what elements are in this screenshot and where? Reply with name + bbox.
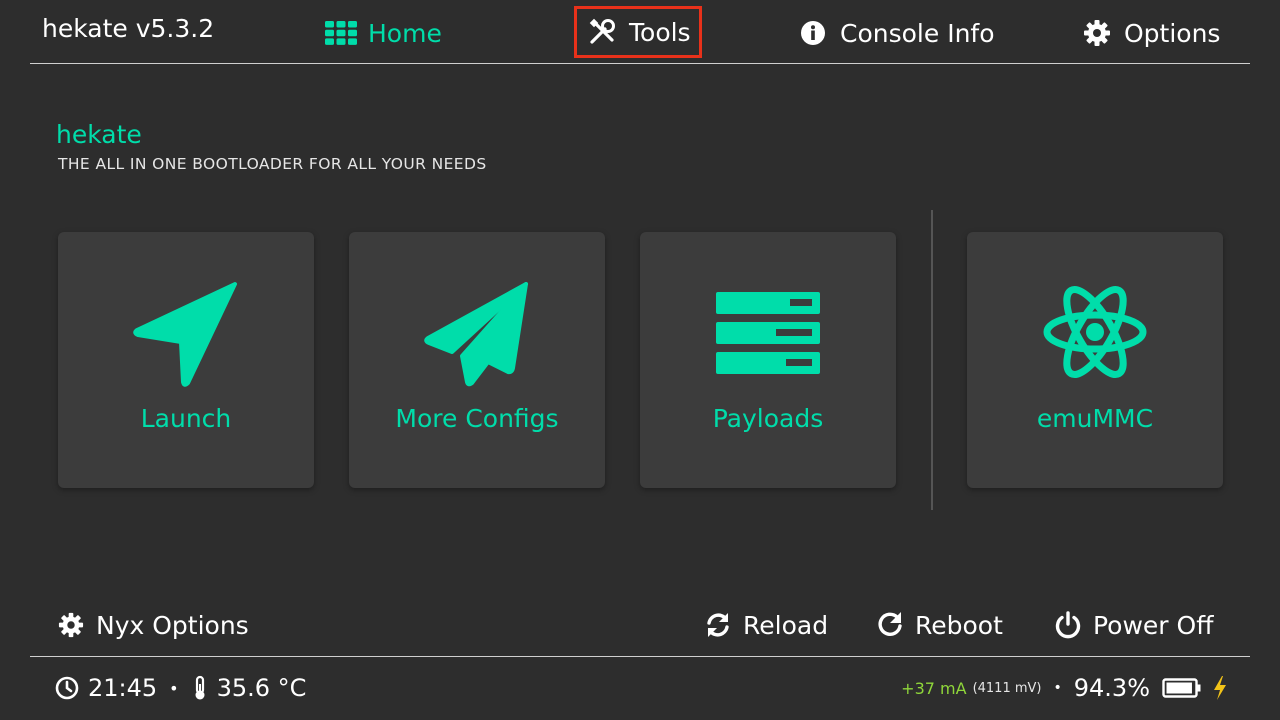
battery-current: +37 mA — [901, 678, 967, 698]
battery-voltage: (4111 mV) — [972, 680, 1042, 696]
atom-icon — [1043, 286, 1147, 378]
separator-dot: • — [1053, 680, 1062, 696]
tools-icon — [585, 15, 619, 49]
reload-label: Reload — [743, 610, 829, 640]
tiles-divider — [931, 210, 933, 510]
brand-title: hekate — [56, 120, 142, 149]
nyx-options-button[interactable]: Nyx Options — [56, 606, 249, 644]
tab-options-label: Options — [1124, 18, 1221, 48]
payloads-label: Payloads — [712, 404, 824, 433]
reboot-label: Reboot — [915, 610, 1003, 640]
tab-tools-label: Tools — [629, 17, 691, 47]
clock-time: 21:45 — [88, 674, 158, 702]
brand-subtitle: THE ALL IN ONE BOOTLOADER FOR ALL YOUR N… — [58, 155, 487, 173]
reload-icon — [703, 610, 733, 640]
reboot-icon — [875, 610, 905, 640]
battery-percent: 94.3% — [1073, 674, 1150, 702]
bottom-divider — [30, 656, 1250, 657]
launch-button[interactable]: Launch — [58, 232, 314, 488]
power-off-button[interactable]: Power Off — [1053, 606, 1213, 644]
info-icon — [796, 16, 830, 50]
power-off-label: Power Off — [1093, 610, 1214, 640]
reboot-button[interactable]: Reboot — [875, 606, 1003, 644]
thermometer-icon — [191, 675, 209, 701]
launch-label: Launch — [140, 404, 232, 433]
more-configs-button[interactable]: More Configs — [349, 232, 605, 488]
more-configs-label: More Configs — [395, 404, 559, 433]
tab-console-info[interactable]: Console Info — [796, 14, 995, 52]
status-right: +37 mA (4111 mV) • 94.3% — [901, 670, 1228, 706]
grid-icon — [324, 16, 358, 50]
nyx-options-label: Nyx Options — [96, 610, 249, 640]
emummc-button[interactable]: emuMMC — [967, 232, 1223, 488]
separator-dot: • — [169, 678, 179, 698]
top-divider — [30, 63, 1250, 64]
temperature-value: 35.6 °C — [216, 674, 307, 702]
emummc-label: emuMMC — [1036, 404, 1154, 433]
clock-icon — [54, 675, 80, 701]
tab-home[interactable]: Home — [324, 14, 442, 52]
gear-icon — [1080, 16, 1114, 50]
navigation-arrow-icon — [133, 282, 237, 387]
tab-home-label: Home — [368, 18, 442, 48]
battery-icon — [1162, 677, 1202, 699]
paper-plane-icon — [424, 282, 528, 387]
tab-tools[interactable]: Tools — [574, 6, 702, 58]
gear-icon — [56, 610, 86, 640]
charging-bolt-icon — [1212, 675, 1228, 701]
payloads-button[interactable]: Payloads — [640, 232, 896, 488]
app-title: hekate v5.3.2 — [42, 14, 215, 43]
power-icon — [1053, 610, 1083, 640]
reload-button[interactable]: Reload — [703, 606, 828, 644]
status-left: 21:45 • 35.6 °C — [54, 670, 306, 706]
tab-options[interactable]: Options — [1080, 14, 1220, 52]
tab-console-info-label: Console Info — [840, 18, 995, 48]
server-list-icon — [716, 292, 820, 374]
